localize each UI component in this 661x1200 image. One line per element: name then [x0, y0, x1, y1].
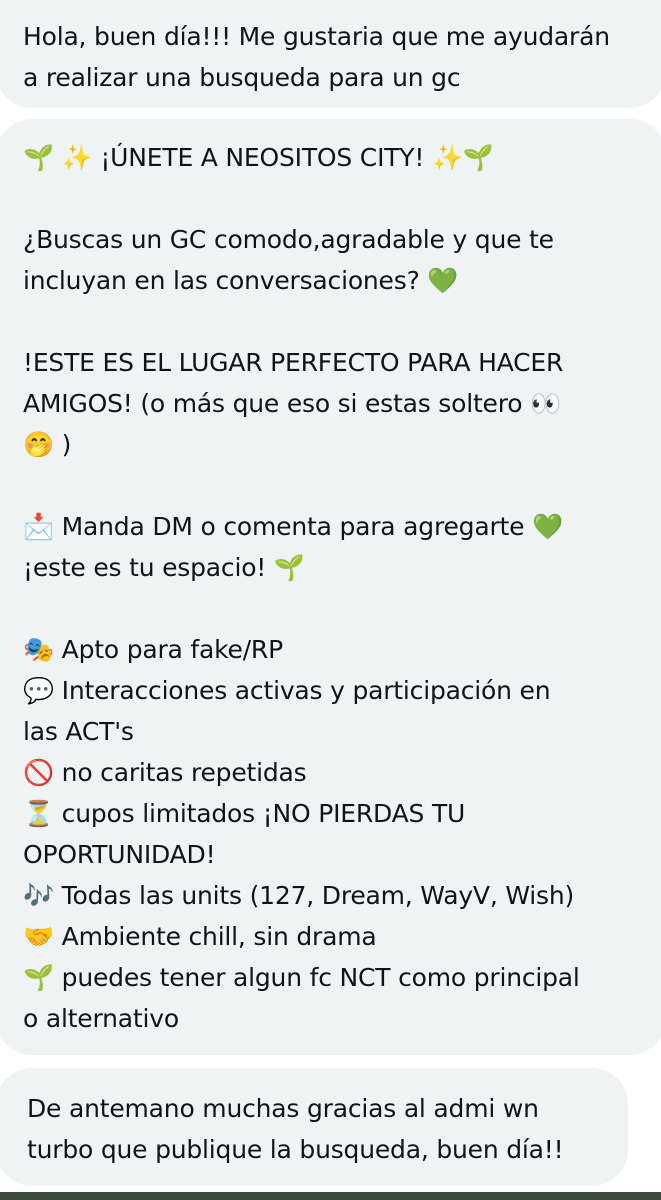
message-line: De antemano muchas gracias al admi wn [27, 1094, 539, 1123]
feature-item: 🎭 Apto para fake/RP [23, 635, 283, 664]
feature-item: ⏳ cupos limitados ¡NO PIERDAS TU [23, 799, 466, 828]
message-line: ¡este es tu espacio! 🌱 [23, 553, 305, 582]
media-preview-edge [0, 1192, 661, 1200]
message-line: 📩 Manda DM o comenta para agregarte 💚 [23, 512, 563, 541]
feature-item: OPORTUNIDAD! [23, 840, 216, 869]
message-line: !ESTE ES EL LUGAR PERFECTO PARA HACER [23, 348, 564, 377]
message-line: ¿Buscas un GC comodo,agradable y que te [23, 225, 554, 254]
message-line: Hola, buen día!!! Me gustaria que me ayu… [23, 22, 610, 51]
message-line: turbo que publique la busqueda, buen día… [27, 1135, 564, 1164]
message-bubble-greeting: Hola, buen día!!! Me gustaria que me ayu… [0, 0, 661, 108]
message-line: AMIGOS! (o más que eso si estas soltero … [23, 389, 562, 418]
message-line: a realizar una busqueda para un gc [23, 63, 461, 92]
feature-item: 🎶 Todas las units (127, Dream, WayV, Wis… [23, 881, 575, 910]
message-bubble-thanks: De antemano muchas gracias al admi wn tu… [0, 1068, 628, 1186]
feature-item: 🤝 Ambiente chill, sin drama [23, 922, 377, 951]
message-line: incluyan en las conversaciones? 💚 [23, 266, 459, 295]
feature-item: 🌱 puedes tener algun fc NCT como princip… [23, 963, 580, 992]
feature-item: 💬 Interacciones activas y participación … [23, 676, 551, 705]
feature-item: las ACT's [23, 717, 134, 746]
announcement-title: 🌱 ✨ ¡ÚNETE A NEOSITOS CITY! ✨🌱 [23, 143, 494, 172]
message-bubble-announcement: 🌱 ✨ ¡ÚNETE A NEOSITOS CITY! ✨🌱 ¿Buscas u… [0, 119, 661, 1055]
feature-item: 🚫 no caritas repetidas [23, 758, 307, 787]
message-line: 🤭 ) [23, 430, 72, 459]
feature-item: o alternativo [23, 1004, 179, 1033]
